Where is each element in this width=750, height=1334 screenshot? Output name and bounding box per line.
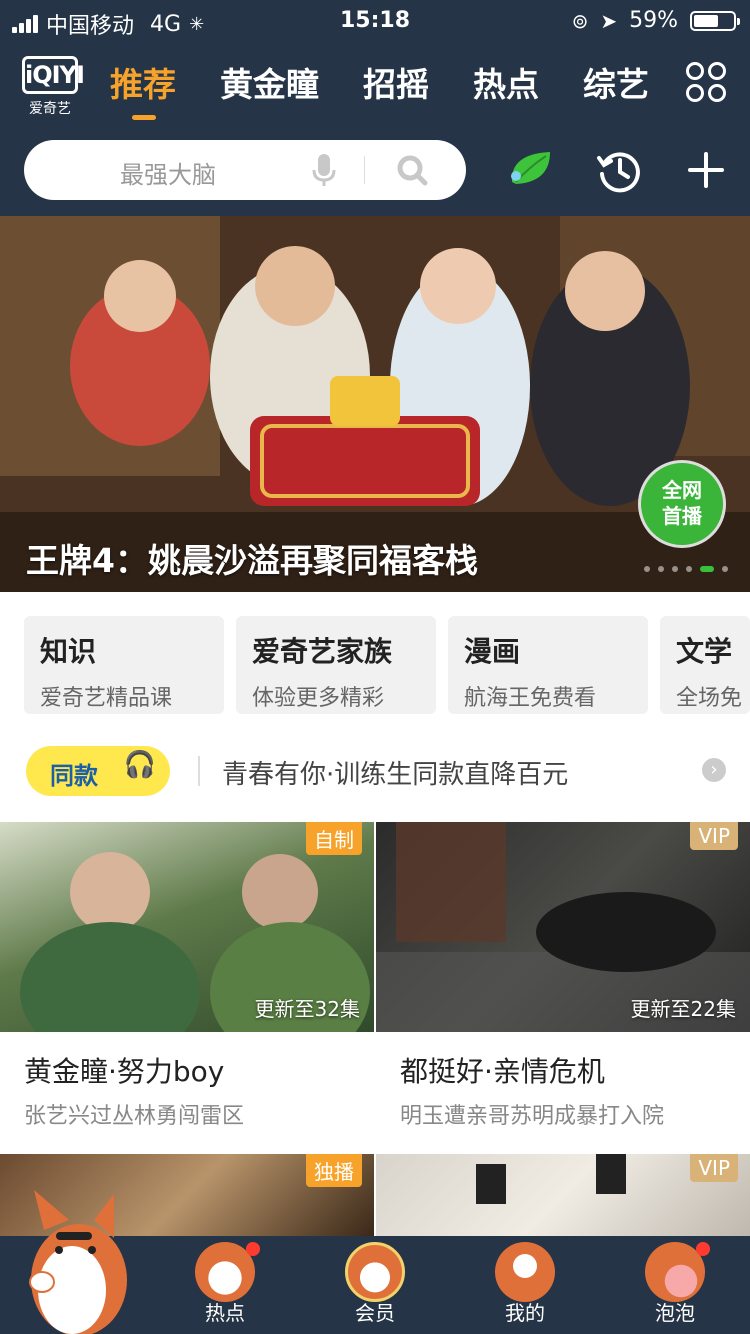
status-right: ⊚ ➤ 59% [571,8,740,33]
logo-mark: iQIYI [22,56,85,94]
video-subtitle: 张艺兴过丛林勇闯雷区 [24,1104,245,1129]
promo-text: 青春有你·训练生同款直降百元 [222,760,569,790]
chevron-right-icon[interactable]: › [702,758,726,782]
search-divider [364,156,365,184]
logo-text: 爱奇艺 [29,101,71,117]
mascot-home-icon[interactable] [14,1190,134,1334]
earphones-icon: 🎧 [123,750,156,780]
tab-label: 会员 [355,1301,395,1325]
search-bar[interactable]: 最强大脑 [24,140,466,200]
tab-member[interactable]: 会员 [300,1236,450,1334]
banner-title: 王牌4：姚晨沙溢再聚同福客栈 [26,541,478,580]
orientation-lock-icon: ⊚ [571,8,589,33]
iqiyi-logo[interactable]: iQIYI 爱奇艺 [22,56,85,118]
exclusive-tag: 独播 [306,1154,362,1187]
category-title: 文学 [676,635,733,668]
episode-status: 更新至32集 [254,997,360,1021]
location-icon: ➤ [600,8,618,33]
microphone-icon[interactable] [312,152,336,188]
video-title: 黄金瞳·努力boy [24,1055,225,1088]
pagination-dot-active[interactable] [700,566,714,572]
tab-hot[interactable]: 热点 [473,58,539,106]
category-subtitle: 体验更多精彩 [252,686,385,711]
dog-back-icon [495,1242,555,1302]
pagination-dot[interactable] [722,566,728,572]
pagination-dot[interactable] [686,566,692,572]
battery-percent: 59% [629,8,678,33]
video-thumbnail: 自制 更新至32集 [0,822,374,1032]
history-clock-icon[interactable] [596,148,642,194]
vip-tag: VIP [690,822,738,850]
video-thumbnail: VIP [376,1154,750,1236]
category-title: 漫画 [464,635,521,668]
tab-label: 泡泡 [655,1301,695,1325]
battery-icon [690,10,740,31]
tab-mine[interactable]: 我的 [450,1236,600,1334]
more-grid-icon[interactable] [686,62,726,102]
category-subtitle: 航海王免费看 [464,686,597,711]
vip-tag: VIP [690,1154,738,1182]
video-card[interactable]: VIP [376,1154,750,1236]
tab-variety[interactable]: 综艺 [583,58,649,106]
hero-banner[interactable]: 全网 首播 王牌4：姚晨沙溢再聚同福客栈 [0,216,750,592]
tab-label: 热点 [205,1301,245,1325]
pagination-dot[interactable] [658,566,664,572]
category-shortcuts: 知识 爱奇艺精品课 爱奇艺家族 体验更多精彩 漫画 航海王免费看 文学 全场免 [24,616,750,714]
dog-glasses-icon [345,1242,405,1302]
original-tag: 自制 [306,822,362,855]
video-subtitle: 明玉遭亲哥苏明成暴打入院 [400,1104,665,1129]
live-premiere-badge: 全网 首播 [638,460,726,548]
category-subtitle: 全场免 [676,686,743,711]
category-title: 爱奇艺家族 [252,635,393,668]
tab-hot-feed[interactable]: 热点 [150,1236,300,1334]
pagination-dot[interactable] [644,566,650,572]
leaf-icon[interactable] [506,148,554,188]
video-card[interactable]: VIP 更新至22集 都挺好·亲情危机 明玉遭亲哥苏明成暴打入院 [376,822,750,1130]
banner-pagination [644,566,728,572]
search-placeholder: 最强大脑 [120,161,216,189]
notification-dot [246,1242,260,1256]
category-title: 知识 [40,635,97,668]
promo-strip[interactable]: 同款 🎧 青春有你·训练生同款直降百元 › [0,734,750,810]
category-comics[interactable]: 漫画 航海王免费看 [448,616,648,714]
category-family[interactable]: 爱奇艺家族 体验更多精彩 [236,616,436,714]
category-subtitle: 爱奇艺精品课 [40,686,173,711]
video-title: 都挺好·亲情危机 [400,1055,605,1088]
tab-zhaoyao[interactable]: 招摇 [363,58,429,106]
status-bar: 中国移动 4G ✳ 15:18 ⊚ ➤ 59% [0,0,750,42]
pill-label: 同款 [50,762,98,790]
plus-icon[interactable] [686,150,726,190]
category-knowledge[interactable]: 知识 爱奇艺精品课 [24,616,224,714]
live-badge-line-2: 首播 [662,504,702,528]
category-literature[interactable]: 文学 全场免 [660,616,750,714]
live-badge-line-1: 全网 [662,478,702,502]
tab-recommend[interactable]: 推荐 [110,58,176,120]
tab-label: 我的 [505,1301,545,1325]
same-style-pill[interactable]: 同款 🎧 [26,746,170,796]
tab-golden-eye[interactable]: 黄金瞳 [220,58,319,106]
notification-dot [696,1242,710,1256]
top-navigation: iQIYI 爱奇艺 推荐 黄金瞳 招摇 热点 综艺 最强大脑 [0,42,750,216]
tab-bubble[interactable]: 泡泡 [600,1236,750,1334]
promo-divider [198,756,200,786]
search-icon[interactable] [396,154,428,186]
episode-status: 更新至22集 [630,997,736,1021]
pagination-dot[interactable] [672,566,678,572]
video-card[interactable]: 自制 更新至32集 黄金瞳·努力boy 张艺兴过丛林勇闯雷区 [0,822,374,1130]
video-thumbnail: VIP 更新至22集 [376,822,750,1032]
channel-tabs: 推荐 黄金瞳 招摇 热点 综艺 [110,58,693,120]
